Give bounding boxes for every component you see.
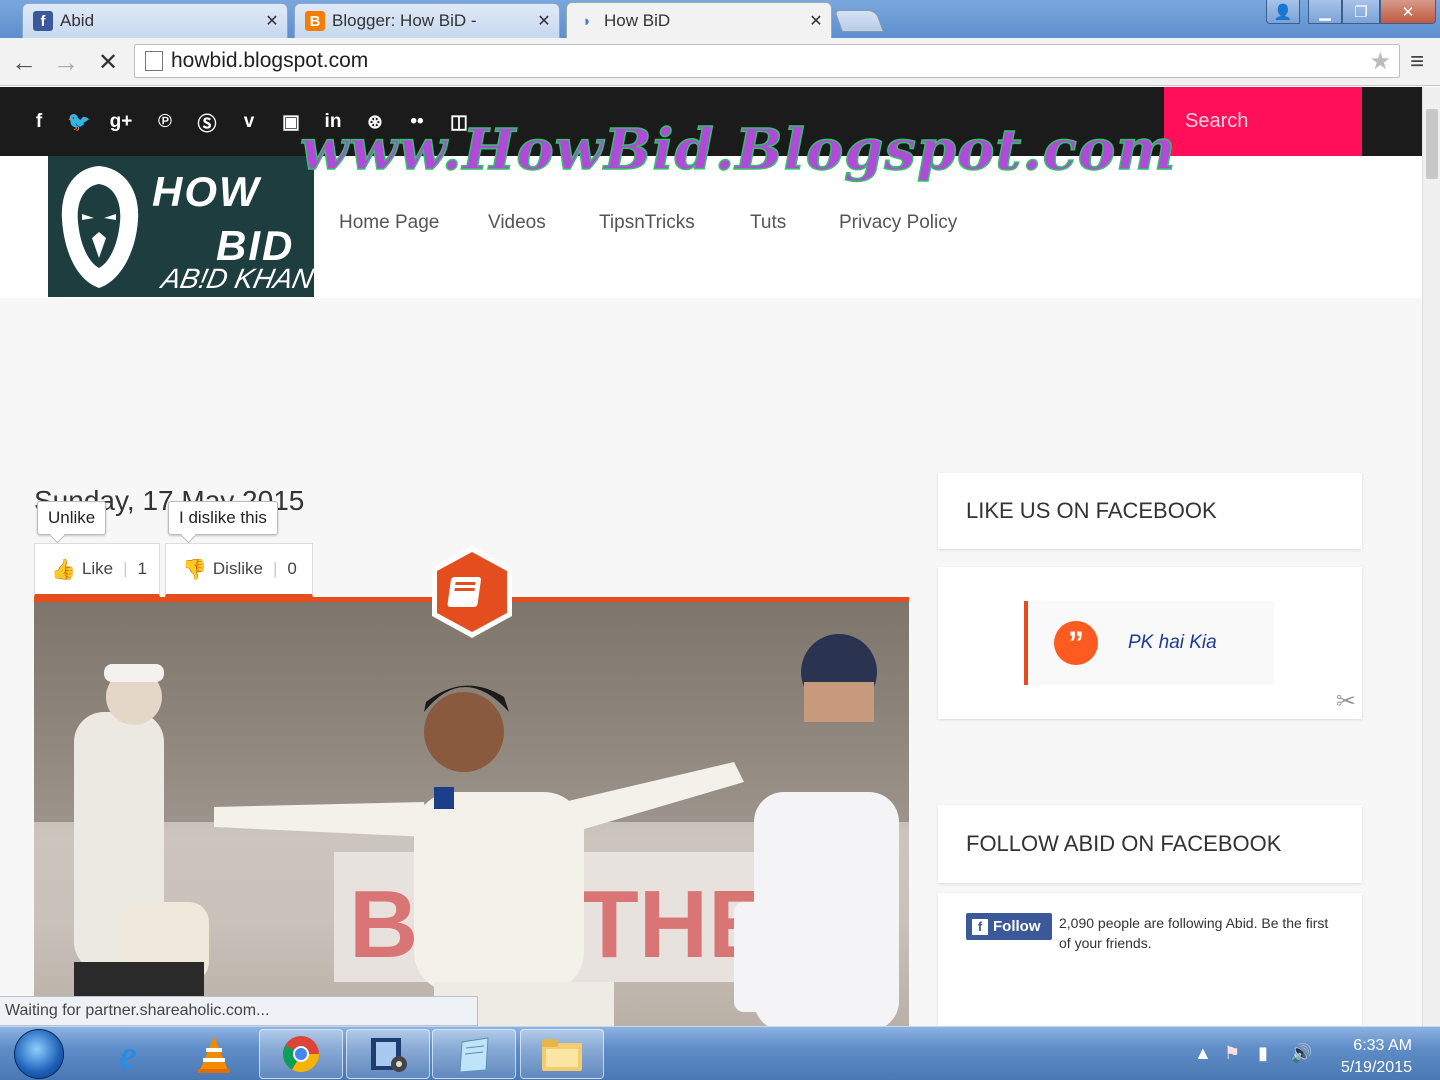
twitter-icon[interactable]: 🐦 <box>66 109 92 135</box>
nav-tipsntricks[interactable]: TipsnTricks <box>599 212 695 234</box>
watermark-text: www.HowBid.Blogspot.com <box>299 116 1177 184</box>
cricket-photo: BRA THE <box>34 602 909 1026</box>
url-text[interactable]: howbid.blogspot.com <box>171 49 1369 73</box>
like-count: 1 <box>137 559 147 578</box>
dislike-label: Dislike <box>212 559 263 578</box>
nav-videos[interactable]: Videos <box>488 212 546 234</box>
widget-title: FOLLOW ABID ON FACEBOOK <box>966 831 1282 856</box>
bookmark-star-icon[interactable]: ★ <box>1369 47 1391 76</box>
divider: | <box>272 559 278 578</box>
volume-icon[interactable]: 🔊 <box>1290 1043 1312 1064</box>
notepad-icon[interactable] <box>432 1029 516 1079</box>
back-button[interactable]: ← <box>8 46 40 78</box>
page-icon <box>145 51 163 71</box>
like-label: Like <box>81 559 114 578</box>
browser-toolbar: ← → ✕ howbid.blogspot.com ★ ≡ <box>0 38 1440 86</box>
divider: | <box>123 559 128 578</box>
blogger-icon: B <box>305 11 325 31</box>
facebook-follow-button[interactable]: f Follow <box>966 913 1052 940</box>
forward-button[interactable]: → <box>50 46 82 78</box>
site-logo[interactable]: HOW BID AB!D KHAN <box>48 156 314 297</box>
follow-widget: f Follow 2,090 people are following Abid… <box>938 893 1362 1026</box>
status-bar: Waiting for partner.shareaholic.com... <box>0 996 478 1026</box>
like-us-widget-title: LIKE US ON FACEBOOK <box>938 473 1362 549</box>
clock-time: 6:33 AM <box>1353 1037 1412 1054</box>
quote-box[interactable]: ” PK hai Kia <box>1024 601 1274 685</box>
tab-blogger[interactable]: B Blogger: How BiD - ✕ <box>294 3 560 38</box>
facebook-icon: f <box>33 11 53 31</box>
dislike-button[interactable]: 👎 Dislike | 0 <box>165 543 313 597</box>
windows-taskbar: e ▲ ⚑ ▮ 🔊 6:33 AM 5/19/2015 <box>0 1026 1440 1080</box>
quote-icon: ” <box>1054 621 1098 665</box>
chrome-icon[interactable] <box>259 1029 343 1079</box>
follow-text: 2,090 people are following Abid. Be the … <box>1059 915 1329 951</box>
follow-widget-title: FOLLOW ABID ON FACEBOOK <box>938 805 1362 883</box>
vimeo-icon[interactable]: v <box>236 109 262 135</box>
like-us-widget: ” PK hai Kia ✂ <box>938 567 1362 719</box>
maximize-button[interactable]: ❐ <box>1342 0 1380 24</box>
dislike-tooltip: I dislike this <box>168 501 278 535</box>
browser-tab-strip: f Abid ✕ B Blogger: How BiD - ✕ ◗ How Bi… <box>0 0 1440 39</box>
close-tab-icon[interactable]: ✕ <box>257 11 287 31</box>
vlc-icon[interactable] <box>172 1029 256 1079</box>
minimize-button[interactable]: ▁ <box>1308 0 1342 24</box>
show-hidden-icons[interactable]: ▲ <box>1194 1043 1212 1064</box>
chrome-menu-icon[interactable]: ≡ <box>1410 48 1434 76</box>
user-icon[interactable]: 👤 <box>1266 0 1300 24</box>
unlike-tooltip: Unlike <box>37 501 107 535</box>
facebook-icon: f <box>972 918 988 935</box>
tools-icon[interactable]: ✂ <box>1336 687 1356 716</box>
system-clock[interactable]: 6:33 AM 5/19/2015 <box>1341 1035 1412 1079</box>
stop-loading-button[interactable]: ✕ <box>92 46 124 78</box>
search-input[interactable]: Search <box>1164 87 1362 156</box>
nav-privacy-policy[interactable]: Privacy Policy <box>839 212 957 234</box>
google-plus-icon[interactable]: g+ <box>108 109 134 135</box>
lion-face-icon <box>61 166 139 288</box>
close-tab-icon[interactable]: ✕ <box>801 11 831 31</box>
skype-icon[interactable]: Ⓢ <box>194 109 220 135</box>
pinterest-icon[interactable]: ℗ <box>152 109 178 135</box>
follow-label: Follow <box>993 918 1041 935</box>
nav-tuts[interactable]: Tuts <box>750 212 786 234</box>
scroll-thumb[interactable] <box>1426 109 1438 179</box>
network-icon[interactable]: ▮ <box>1258 1043 1268 1064</box>
dislike-count: 0 <box>287 559 297 578</box>
widget-title: LIKE US ON FACEBOOK <box>966 498 1217 523</box>
close-tab-icon[interactable]: ✕ <box>529 11 559 31</box>
internet-explorer-icon[interactable]: e <box>86 1029 170 1079</box>
tab-label: Blogger: How BiD - <box>332 11 477 30</box>
tab-howbid[interactable]: ◗ How BiD ✕ <box>566 2 832 39</box>
nav-home-page[interactable]: Home Page <box>339 212 439 234</box>
action-center-icon[interactable]: ⚑ <box>1224 1043 1240 1064</box>
post-hero-image[interactable]: BRA THE <box>34 597 909 1026</box>
start-button[interactable] <box>14 1029 64 1079</box>
scrollbar[interactable] <box>1422 87 1440 1026</box>
logo-text-how: HOW <box>152 168 261 215</box>
quote-text: PK hai Kia <box>1128 632 1217 653</box>
tab-label: Abid <box>60 11 95 30</box>
thumbs-up-icon: 👍 <box>51 558 76 581</box>
movie-maker-icon[interactable] <box>346 1029 430 1079</box>
address-bar[interactable]: howbid.blogspot.com ★ <box>134 44 1400 78</box>
file-explorer-icon[interactable] <box>520 1029 604 1079</box>
web-page: f 🐦 g+ ℗ Ⓢ v ▣ in ⊛ •• ◫ Search HOW BID … <box>0 87 1422 1026</box>
post-format-badge <box>432 546 512 638</box>
tab-label: How BiD <box>604 11 671 30</box>
clock-date: 5/19/2015 <box>1340 1059 1412 1076</box>
logo-text-name: AB!D KHAN <box>158 263 314 294</box>
loading-icon: ◗ <box>582 12 592 30</box>
facebook-icon[interactable]: f <box>26 109 52 135</box>
book-icon <box>447 577 481 607</box>
like-button[interactable]: 👍 Like | 1 <box>34 543 160 597</box>
new-tab-button[interactable] <box>833 10 885 32</box>
tab-abid[interactable]: f Abid ✕ <box>22 3 288 38</box>
close-window-button[interactable]: ✕ <box>1380 0 1436 24</box>
thumbs-down-icon: 👎 <box>182 558 207 581</box>
